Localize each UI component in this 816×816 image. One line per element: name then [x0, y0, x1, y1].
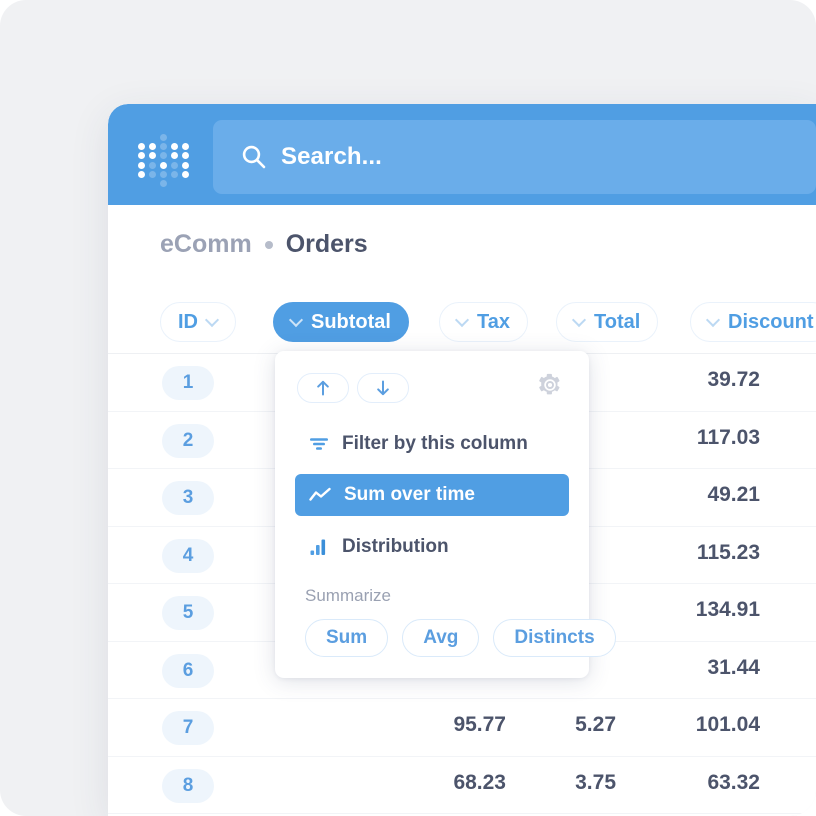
row-id-badge: 7 [162, 711, 214, 745]
row-id-badge: 6 [162, 653, 214, 688]
arrow-up-icon [317, 380, 329, 396]
logo-dot [149, 152, 156, 160]
cell-total: 63.32 [707, 770, 760, 794]
chevron-down-icon [574, 315, 585, 326]
cell-total: 117.03 [696, 425, 760, 449]
breadcrumb-database[interactable]: eComm [160, 230, 252, 259]
column-actions-popup: Filter by this column Sum over time Dist… [275, 351, 616, 678]
popup-sort-row [275, 351, 589, 423]
row-id-badge: 2 [162, 423, 214, 458]
column-header-label: Discount [728, 310, 814, 333]
column-header-tax[interactable]: Tax [439, 302, 528, 342]
logo-dot [160, 180, 167, 187]
cell-total: 31.44 [707, 655, 760, 679]
logo-dot [149, 170, 156, 178]
search-input-placeholder[interactable]: Search... [281, 142, 382, 172]
line-chart-icon [309, 487, 331, 503]
menu-item-label: Distribution [342, 536, 449, 557]
menu-item-label: Filter by this column [342, 433, 528, 454]
logo-dot [160, 134, 167, 141]
breadcrumb-separator-dot [264, 240, 273, 249]
aggregation-sum-button[interactable]: Sum [305, 619, 389, 657]
column-header-row: ID Subtotal Tax Total Discount [108, 290, 816, 354]
bar-chart-icon [309, 538, 329, 556]
logo-dot [149, 161, 156, 169]
column-header-label: Total [594, 310, 641, 333]
page-title: Orders [285, 230, 368, 258]
column-header-label: Tax [477, 310, 510, 333]
column-header-label: ID [178, 310, 198, 333]
summarize-section-label: Summarize [305, 586, 391, 605]
logo-dot [149, 143, 156, 151]
cell-total: 115.23 [696, 540, 760, 564]
cell-tax: 5.27 [575, 713, 616, 736]
chevron-down-icon [457, 315, 468, 326]
logo-dot [182, 170, 189, 178]
chevron-down-icon [708, 315, 719, 326]
table-row[interactable]: 7 95.77 5.27 101.04 [108, 699, 816, 757]
logo-dot [138, 152, 145, 160]
logo-dot [138, 143, 145, 151]
logo-dot [160, 161, 167, 169]
column-header-subtotal[interactable]: Subtotal [273, 302, 409, 342]
logo-dot [138, 170, 145, 178]
cell-total: 101.04 [695, 713, 760, 736]
breadcrumb: eComm Orders [160, 230, 368, 259]
row-id-badge: 1 [162, 366, 214, 400]
cell-subtotal: 95.77 [453, 713, 506, 736]
column-header-total[interactable]: Total [556, 302, 659, 342]
search-bar[interactable]: Search... [213, 120, 816, 194]
row-id-badge: 4 [162, 538, 214, 573]
gear-icon[interactable] [537, 372, 563, 398]
sort-ascending-button[interactable] [297, 373, 349, 403]
menu-item-sum-over-time[interactable]: Sum over time [295, 474, 569, 516]
row-id-badge: 5 [162, 596, 214, 630]
logo-dot [160, 170, 167, 178]
column-header-label: Subtotal [311, 310, 391, 333]
row-id-badge: 8 [162, 768, 214, 803]
row-id-badge: 3 [162, 481, 214, 515]
logo-dot [160, 143, 167, 151]
sort-descending-button[interactable] [357, 373, 409, 403]
logo-dot [171, 161, 178, 169]
cell-total: 39.72 [707, 368, 760, 391]
cell-tax: 3.75 [575, 770, 616, 794]
arrow-down-icon [377, 380, 389, 396]
aggregation-distincts-button[interactable]: Distincts [493, 619, 616, 657]
metabase-dot-logo-icon[interactable] [136, 130, 190, 187]
logo-dot [160, 152, 167, 160]
table-row[interactable]: 8 68.23 3.75 63.32 [108, 757, 816, 814]
menu-item-label: Sum over time [344, 484, 475, 505]
page-canvas: Search... eComm Orders ID Subtotal Tax T… [0, 0, 816, 816]
logo-dot [171, 170, 178, 178]
menu-item-filter-by-this-column[interactable]: Filter by this column [295, 423, 569, 465]
cell-total: 49.21 [707, 483, 760, 506]
logo-dot [171, 143, 178, 151]
menu-item-distribution[interactable]: Distribution [295, 526, 569, 568]
chevron-down-icon [291, 315, 302, 326]
logo-dot [138, 161, 145, 169]
search-icon [241, 144, 267, 170]
filter-icon [309, 435, 329, 453]
logo-dot [182, 161, 189, 169]
aggregation-avg-button[interactable]: Avg [402, 619, 480, 657]
chevron-down-icon [207, 315, 218, 326]
column-header-discount[interactable]: Discount [690, 302, 816, 342]
logo-dot [171, 152, 178, 160]
cell-total: 134.91 [695, 598, 760, 621]
column-header-id[interactable]: ID [160, 302, 236, 342]
logo-dot [182, 152, 189, 160]
aggregation-buttons: Sum Avg Distincts [305, 619, 616, 657]
logo-dot [182, 143, 189, 151]
cell-subtotal: 68.23 [453, 770, 506, 794]
top-navigation-bar: Search... [108, 104, 816, 205]
